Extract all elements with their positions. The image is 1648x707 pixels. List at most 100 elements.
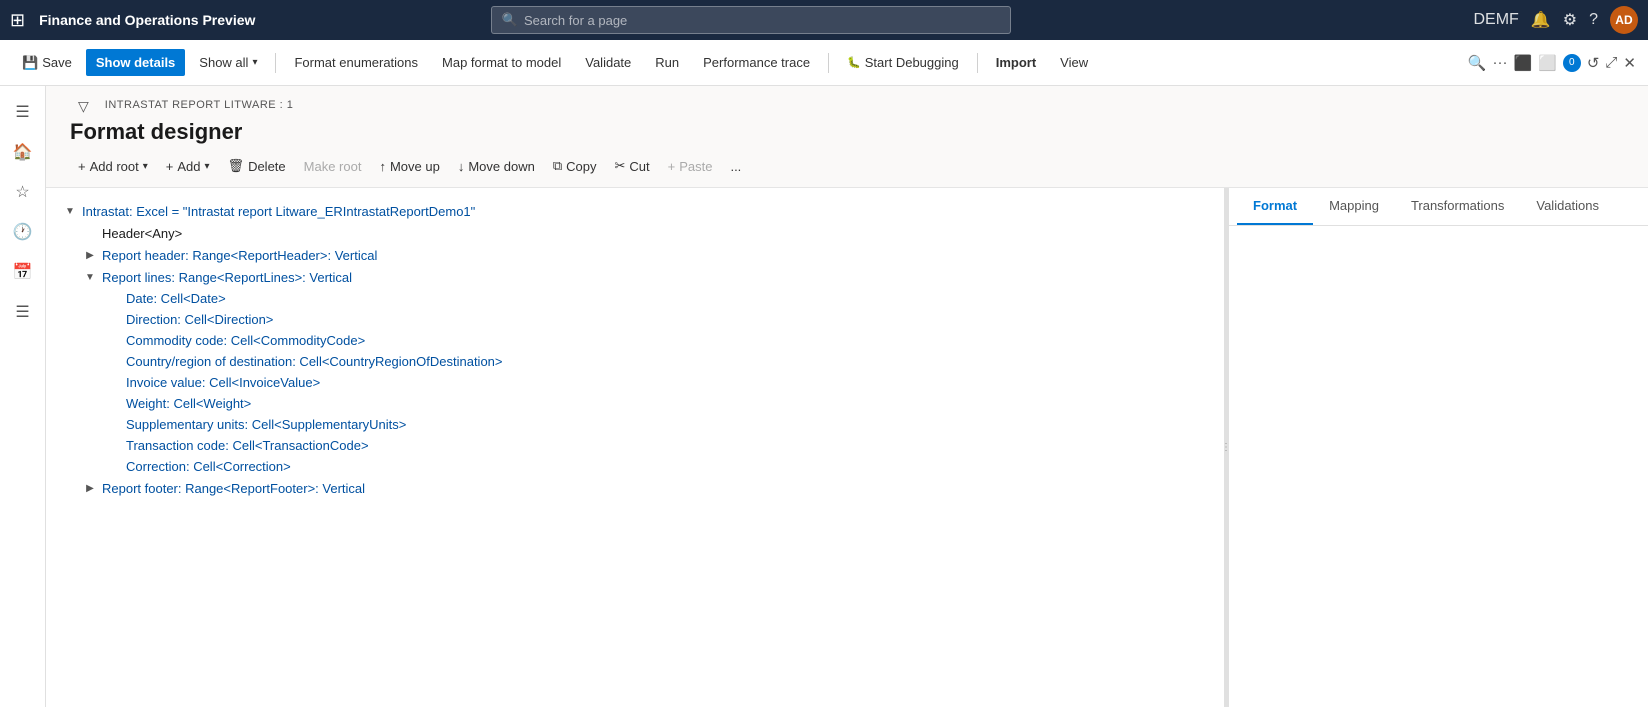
cut-button[interactable]: ✂ Cut bbox=[606, 153, 657, 179]
search-icon: 🔍 bbox=[502, 12, 518, 28]
performance-trace-button[interactable]: Performance trace bbox=[693, 49, 820, 76]
copy-button[interactable]: ⧉ Copy bbox=[545, 153, 605, 179]
tree-item-report-footer[interactable]: ▶ Report footer: Range<ReportFooter>: Ve… bbox=[46, 477, 1224, 499]
view-button[interactable]: View bbox=[1050, 49, 1098, 76]
command-bar: 💾 Save Show details Show all ▾ Format en… bbox=[0, 40, 1648, 86]
report-lines-collapse-icon[interactable]: ▼ bbox=[82, 269, 98, 285]
tree-item-direction[interactable]: Direction: Cell<Direction> bbox=[46, 309, 1224, 330]
add-root-chevron: ▾ bbox=[143, 161, 148, 172]
cut-icon: ✂ bbox=[614, 158, 625, 174]
move-down-button[interactable]: ↓ Move down bbox=[450, 154, 543, 179]
user-env-label: DEMF bbox=[1473, 11, 1518, 29]
header-expand-icon[interactable] bbox=[82, 225, 98, 241]
add-chevron: ▾ bbox=[205, 161, 210, 172]
tree-item-header[interactable]: Header<Any> bbox=[46, 222, 1224, 244]
pop-out-icon[interactable]: ⤢ bbox=[1605, 54, 1617, 71]
delete-button[interactable]: 🗑 Delete bbox=[220, 153, 294, 179]
sidebar-icon-recent[interactable]: 🕐 bbox=[5, 214, 41, 250]
start-debugging-button[interactable]: 🐛 Start Debugging bbox=[837, 49, 969, 76]
show-details-button[interactable]: Show details bbox=[86, 49, 185, 76]
search-cmd-icon[interactable]: 🔍 bbox=[1468, 54, 1487, 72]
app-title: Finance and Operations Preview bbox=[39, 12, 255, 28]
report-footer-expand-icon[interactable]: ▶ bbox=[82, 480, 98, 496]
make-root-button[interactable]: Make root bbox=[296, 154, 370, 179]
tree-item-country-region[interactable]: Country/region of destination: Cell<Coun… bbox=[46, 351, 1224, 372]
more-button[interactable]: ... bbox=[722, 154, 749, 179]
sidebar-icon-calendar[interactable]: 📅 bbox=[5, 254, 41, 290]
move-up-button[interactable]: ↑ Move up bbox=[371, 154, 447, 179]
layout-icon[interactable]: ⬛ bbox=[1513, 54, 1532, 72]
page-title: Format designer bbox=[70, 119, 1624, 145]
save-button[interactable]: 💾 Save bbox=[12, 49, 82, 77]
tab-content-area bbox=[1229, 226, 1648, 707]
move-down-icon: ↓ bbox=[458, 159, 465, 174]
sidebar-icon-home[interactable]: 🏠 bbox=[5, 134, 41, 170]
search-bar[interactable]: 🔍 bbox=[491, 6, 1011, 34]
top-nav-bar: ⊞ Finance and Operations Preview 🔍 DEMF … bbox=[0, 0, 1648, 40]
tabs-panel: Format Mapping Transformations Validatio… bbox=[1228, 188, 1648, 707]
format-content: ▼ Intrastat: Excel = "Intrastat report L… bbox=[46, 188, 1648, 707]
copy-icon: ⧉ bbox=[553, 158, 562, 174]
tab-format[interactable]: Format bbox=[1237, 188, 1313, 225]
run-button[interactable]: Run bbox=[645, 49, 689, 76]
tree-item-root[interactable]: ▼ Intrastat: Excel = "Intrastat report L… bbox=[46, 200, 1224, 222]
tab-validations[interactable]: Validations bbox=[1520, 188, 1615, 225]
sidebar-icon-star[interactable]: ☆ bbox=[5, 174, 41, 210]
help-icon[interactable]: ? bbox=[1589, 11, 1598, 29]
tree-panel: ▼ Intrastat: Excel = "Intrastat report L… bbox=[46, 188, 1224, 707]
breadcrumb: INTRASTAT REPORT LITWARE : 1 bbox=[105, 99, 294, 111]
tab-transformations[interactable]: Transformations bbox=[1395, 188, 1520, 225]
cmd-divider-3 bbox=[977, 53, 978, 73]
show-all-chevron: ▾ bbox=[252, 57, 257, 68]
tab-mapping[interactable]: Mapping bbox=[1313, 188, 1395, 225]
format-enumerations-button[interactable]: Format enumerations bbox=[284, 49, 428, 76]
tree-item-supplementary-units[interactable]: Supplementary units: Cell<SupplementaryU… bbox=[46, 414, 1224, 435]
user-avatar[interactable]: AD bbox=[1610, 6, 1638, 34]
tree-item-report-header[interactable]: ▶ Report header: Range<ReportHeader>: Ve… bbox=[46, 244, 1224, 266]
paste-icon: + bbox=[668, 159, 676, 174]
search-input[interactable] bbox=[524, 13, 1000, 28]
show-all-button[interactable]: Show all ▾ bbox=[189, 49, 267, 76]
panel-icon[interactable]: ⬜ bbox=[1538, 54, 1557, 72]
tree-item-weight[interactable]: Weight: Cell<Weight> bbox=[46, 393, 1224, 414]
root-collapse-icon[interactable]: ▼ bbox=[62, 203, 78, 219]
add-root-icon: + bbox=[78, 159, 86, 174]
page-header: ▽ INTRASTAT REPORT LITWARE : 1 Format de… bbox=[46, 86, 1648, 145]
format-toolbar: + Add root ▾ + Add ▾ 🗑 Delete Make root … bbox=[46, 145, 1648, 188]
tree-item-transaction-code[interactable]: Transaction code: Cell<TransactionCode> bbox=[46, 435, 1224, 456]
tree-item-commodity-code[interactable]: Commodity code: Cell<CommodityCode> bbox=[46, 330, 1224, 351]
report-header-expand-icon[interactable]: ▶ bbox=[82, 247, 98, 263]
refresh-icon[interactable]: ↺ bbox=[1587, 54, 1600, 72]
delete-icon: 🗑 bbox=[228, 158, 245, 174]
filter-icon[interactable]: ▽ bbox=[70, 98, 97, 115]
add-icon: + bbox=[166, 159, 174, 174]
tree-item-invoice-value[interactable]: Invoice value: Cell<InvoiceValue> bbox=[46, 372, 1224, 393]
app-grid-icon[interactable]: ⊞ bbox=[10, 10, 25, 31]
debug-icon: 🐛 bbox=[847, 56, 861, 69]
notifications-icon[interactable]: 🔔 bbox=[1531, 10, 1551, 30]
notification-badge: 0 bbox=[1563, 54, 1581, 72]
cmd-divider-2 bbox=[828, 53, 829, 73]
add-button[interactable]: + Add ▾ bbox=[158, 154, 218, 179]
map-format-to-model-button[interactable]: Map format to model bbox=[432, 49, 571, 76]
sidebar-icon-list[interactable]: ☰ bbox=[5, 294, 41, 330]
settings-icon[interactable]: ⚙ bbox=[1563, 10, 1577, 30]
sidebar-icon-menu[interactable]: ☰ bbox=[5, 94, 41, 130]
move-up-icon: ↑ bbox=[379, 159, 386, 174]
save-icon: 💾 bbox=[22, 55, 38, 71]
left-sidebar: ☰ 🏠 ☆ 🕐 📅 ☰ bbox=[0, 86, 46, 707]
cmd-divider-1 bbox=[275, 53, 276, 73]
tree-item-correction[interactable]: Correction: Cell<Correction> bbox=[46, 456, 1224, 477]
import-button[interactable]: Import bbox=[986, 49, 1046, 76]
main-layout: ☰ 🏠 ☆ 🕐 📅 ☰ ▽ INTRASTAT REPORT LITWARE :… bbox=[0, 86, 1648, 707]
tabs-header: Format Mapping Transformations Validatio… bbox=[1229, 188, 1648, 226]
add-root-button[interactable]: + Add root ▾ bbox=[70, 154, 156, 179]
content-area: ▽ INTRASTAT REPORT LITWARE : 1 Format de… bbox=[46, 86, 1648, 707]
close-icon[interactable]: ✕ bbox=[1623, 54, 1636, 72]
paste-button[interactable]: + Paste bbox=[660, 154, 721, 179]
tree-item-date[interactable]: Date: Cell<Date> bbox=[46, 288, 1224, 309]
tree-item-report-lines[interactable]: ▼ Report lines: Range<ReportLines>: Vert… bbox=[46, 266, 1224, 288]
validate-button[interactable]: Validate bbox=[575, 49, 641, 76]
top-nav-right: DEMF 🔔 ⚙ ? AD bbox=[1473, 6, 1638, 34]
more-cmd-icon[interactable]: ··· bbox=[1492, 54, 1507, 71]
